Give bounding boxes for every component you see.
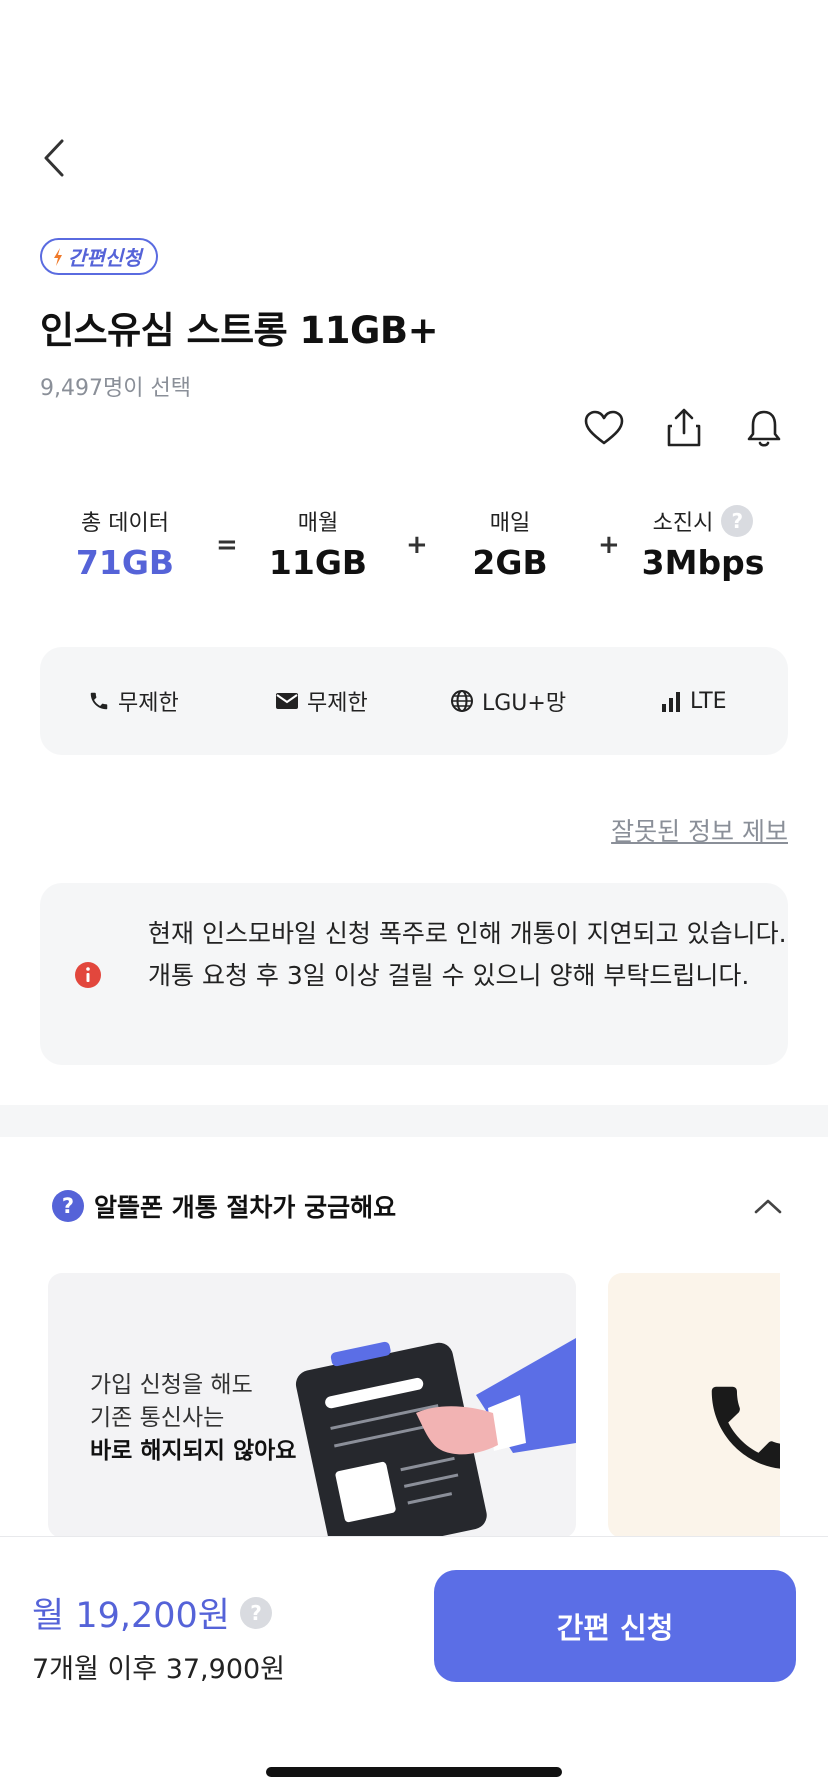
faq-card[interactable]	[608, 1273, 780, 1538]
lightning-icon	[54, 247, 62, 266]
spec-sms: 무제한	[275, 647, 368, 755]
globe-icon	[451, 690, 473, 712]
spec-technology-label: LTE	[690, 688, 727, 714]
faq-card-line: 가입 신청을 해도	[90, 1372, 253, 1398]
heart-icon	[584, 410, 624, 445]
daily-data: 매일 2GB	[425, 505, 595, 582]
section-divider	[0, 1105, 828, 1137]
help-icon[interactable]: ?	[240, 1596, 272, 1629]
daily-data-label: 매일	[489, 511, 531, 536]
faq-card-text: 가입 신청을 해도 기존 통신사는 바로 해지되지 않아요	[90, 1369, 296, 1468]
notice-text: 현재 인스모바일 신청 폭주로 인해 개통이 지연되고 있습니다. 개통 요청 …	[148, 919, 787, 990]
badge-label: 간편신청	[68, 246, 142, 270]
faq-card-line-strong: 바로 해지되지 않아요	[90, 1438, 297, 1464]
spec-sms-label: 무제한	[307, 691, 368, 716]
total-data-label: 총 데이터	[81, 511, 169, 536]
home-indicator[interactable]	[266, 1767, 562, 1777]
monthly-price-value: 월 19,200원	[32, 1596, 230, 1636]
plan-title: 인스유심 스트롱 11GB+	[40, 309, 439, 352]
collapse-button[interactable]	[748, 1186, 788, 1226]
after-price: 7개월 이후 37,900원	[32, 1654, 286, 1685]
exhausted-speed-label-row: 소진시 ?	[618, 505, 788, 537]
notification-button[interactable]	[738, 402, 790, 454]
question-icon: ?	[52, 1190, 84, 1222]
monthly-data-value: 11GB	[268, 543, 368, 582]
favorite-button[interactable]	[578, 402, 630, 454]
notice-box: 현재 인스모바일 신청 폭주로 인해 개통이 지연되고 있습니다. 개통 요청 …	[40, 883, 788, 1065]
spec-voice: 무제한	[88, 647, 179, 755]
plan-specs: 무제한 무제한 LGU+망 LTE	[40, 647, 788, 755]
faq-section-header[interactable]: ? 알뜰폰 개통 절차가 궁금해요	[40, 1186, 788, 1226]
chevron-left-icon	[44, 139, 64, 177]
clipboard-hand-illustration	[295, 1338, 576, 1538]
bell-icon	[747, 410, 781, 447]
bottom-bar: 월 19,200원 ? 7개월 이후 37,900원 간편 신청	[0, 1536, 828, 1792]
monthly-price: 월 19,200원 ?	[32, 1587, 272, 1638]
faq-title: 알뜰폰 개통 절차가 궁금해요	[94, 1193, 397, 1222]
mail-icon	[276, 693, 298, 709]
monthly-data-label: 매월	[297, 511, 339, 536]
share-icon	[667, 408, 701, 447]
faq-card-line: 기존 통신사는	[90, 1405, 225, 1431]
help-icon[interactable]: ?	[721, 505, 754, 537]
chevron-up-icon	[754, 1199, 782, 1214]
exhausted-speed-value: 3Mbps	[641, 543, 765, 582]
exhausted-speed: 소진시 ? 3Mbps	[618, 505, 788, 582]
spec-voice-label: 무제한	[118, 691, 179, 716]
faq-card[interactable]: 가입 신청을 해도 기존 통신사는 바로 해지되지 않아요	[48, 1273, 576, 1538]
total-data-value: 71GB	[75, 543, 175, 582]
exhausted-speed-label: 소진시	[652, 511, 714, 536]
action-icons	[578, 402, 790, 454]
phone-icon	[90, 692, 108, 710]
spec-network-label: LGU+망	[482, 691, 567, 716]
plus-operator: +	[406, 530, 428, 560]
report-wrong-info-link[interactable]: 잘못된 정보 제보	[611, 812, 788, 848]
phone-icon	[711, 1386, 780, 1469]
total-data: 총 데이터 71GB	[40, 505, 210, 582]
spec-technology: LTE	[660, 647, 727, 755]
signal-icon	[662, 692, 680, 712]
apply-button[interactable]: 간편 신청	[434, 1570, 796, 1682]
easy-apply-badge: 간편신청	[40, 238, 158, 275]
selected-count: 9,497명이 선택	[40, 376, 191, 401]
back-button[interactable]	[36, 136, 72, 180]
plus-operator: +	[598, 530, 620, 560]
share-button[interactable]	[658, 402, 710, 454]
spec-network: LGU+망	[450, 647, 566, 755]
info-icon	[75, 962, 101, 988]
daily-data-value: 2GB	[472, 543, 548, 582]
equals-operator: =	[216, 530, 238, 560]
monthly-data: 매월 11GB	[233, 505, 403, 582]
